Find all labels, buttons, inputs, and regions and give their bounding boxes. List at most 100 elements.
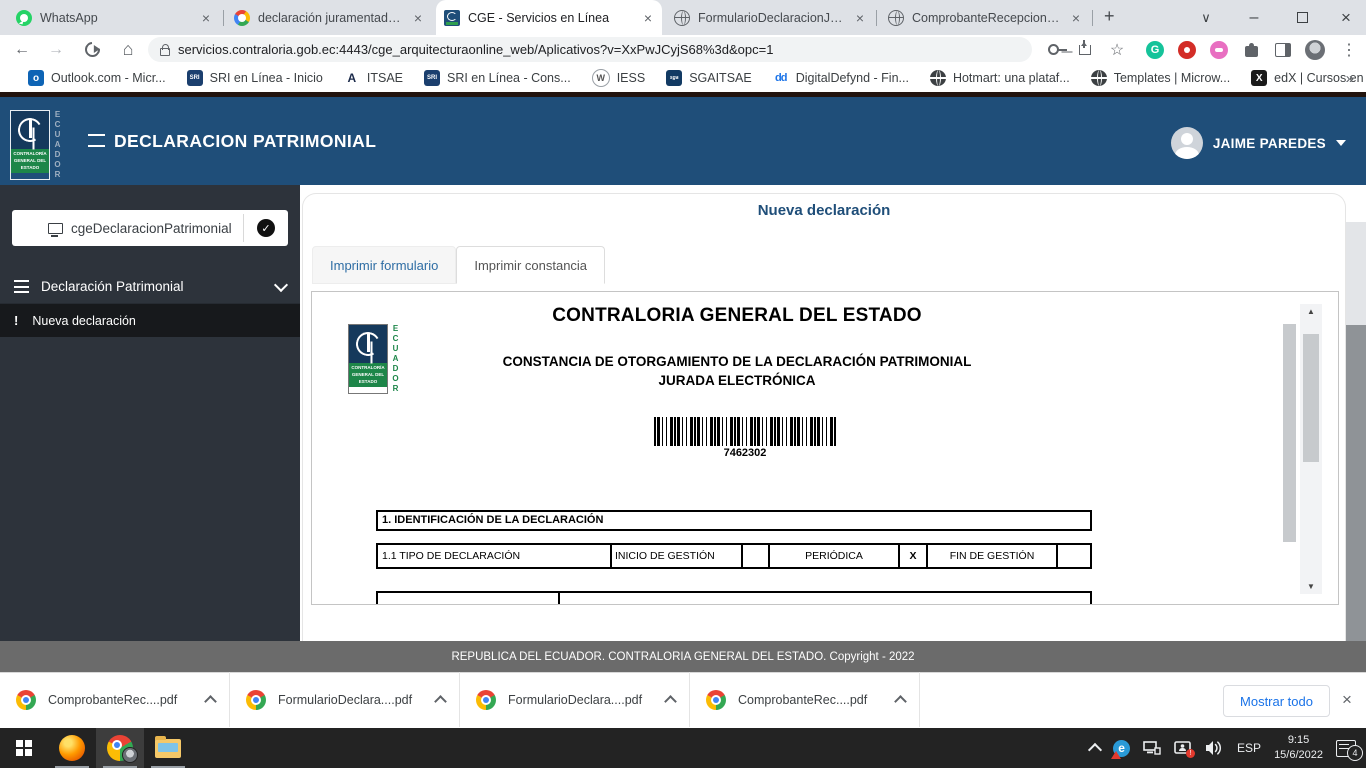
profile-button[interactable] [1300, 35, 1330, 64]
back-button[interactable]: ← [6, 35, 38, 64]
reload-button[interactable] [76, 35, 108, 64]
tab-close-icon[interactable]: × [412, 10, 424, 26]
download-filename: ComprobanteRec....pdf [738, 693, 884, 707]
bookmark-digitaldefynd[interactable]: ddDigitalDefynd - Fin... [773, 70, 909, 86]
scrollbar-thumb[interactable] [1303, 334, 1319, 462]
tab-close-icon[interactable]: × [642, 10, 654, 26]
clock[interactable]: 9:15 15/6/2022 [1274, 733, 1323, 763]
sidebar-item-nueva-declaracion[interactable]: ! Nueva declaración [0, 304, 300, 337]
bookmarks-bar: oOutlook.com - Micr... SRISRI en Línea -… [0, 64, 1366, 92]
tab-title: WhatsApp [40, 11, 192, 25]
bookmark-label: SRI en Línea - Cons... [447, 71, 571, 85]
chevron-up-icon[interactable] [434, 695, 447, 708]
tab-imprimir-formulario[interactable]: Imprimir formulario [312, 246, 456, 284]
side-panel-button[interactable] [1268, 35, 1298, 64]
volume-tray-icon[interactable] [1205, 740, 1224, 756]
chevron-up-icon[interactable] [664, 695, 677, 708]
pdf-preview: CONTRALORIA GENERAL DEL ESTADO CONTRALOR… [311, 291, 1339, 605]
chevron-up-icon[interactable] [894, 695, 907, 708]
cge-logo: CONTRALORÍA GENERAL DEL ESTADO ECUADOR [10, 110, 61, 180]
tab-title: FormularioDeclaracionJuram [698, 11, 846, 25]
bookmarks-overflow-button[interactable]: » [1346, 64, 1354, 92]
bookmark-label: SRI en Línea - Inicio [210, 71, 323, 85]
download-item-2[interactable]: FormularioDeclara....pdf [230, 672, 460, 727]
user-menu[interactable]: JAIME PAREDES [1171, 127, 1346, 159]
sidebar-item-declaracion-patrimonial[interactable]: Declaración Patrimonial [0, 270, 300, 304]
taskbar-explorer-button[interactable] [144, 728, 192, 768]
window-minimize-button[interactable]: – [1236, 0, 1272, 35]
language-indicator[interactable]: ESP [1237, 741, 1261, 755]
bookmark-templates[interactable]: Templates | Microw... [1091, 70, 1230, 86]
screen: WhatsApp × declaración juramentada - Bu … [0, 0, 1366, 768]
document-scrollbar[interactable]: ▲ ▼ [1300, 304, 1322, 594]
download-item-3[interactable]: FormularioDeclara....pdf [460, 672, 690, 727]
download-item-4[interactable]: ComprobanteRec....pdf [690, 672, 920, 727]
bookmark-label: Templates | Microw... [1114, 71, 1230, 85]
tab-close-icon[interactable]: × [854, 10, 866, 26]
home-button[interactable]: ⌂ [112, 35, 144, 64]
site-footer: REPUBLICA DEL ECUADOR. CONTRALORIA GENER… [0, 641, 1366, 672]
action-center-icon[interactable]: 4 [1336, 740, 1356, 757]
bookmark-itsae[interactable]: AITSAE [344, 70, 403, 86]
password-key-button[interactable] [1038, 35, 1068, 64]
browser-tab-formulario-pdf[interactable]: FormularioDeclaracionJuram × [666, 0, 874, 35]
bookmark-star-button[interactable]: ☆ [1102, 35, 1132, 64]
tab-imprimir-constancia[interactable]: Imprimir constancia [456, 246, 605, 284]
downloads-close-button[interactable]: × [1334, 685, 1360, 715]
tab-close-icon[interactable]: × [1070, 10, 1082, 26]
bookmark-iess[interactable]: WIESS [592, 69, 646, 87]
app-title: DECLARACION PATRIMONIAL [114, 131, 376, 152]
extension-lastpass-button[interactable] [1172, 35, 1202, 64]
eset-tray-icon[interactable]: e [1113, 740, 1130, 757]
scroll-down-icon[interactable]: ▼ [1300, 582, 1322, 591]
browser-tab-whatsapp[interactable]: WhatsApp × [8, 0, 220, 35]
page-scrollbar-thumb[interactable] [1346, 222, 1366, 325]
chevron-up-icon[interactable] [204, 695, 217, 708]
cge-favicon [444, 10, 460, 26]
tab-separator [876, 10, 877, 26]
share-button[interactable] [1070, 35, 1100, 64]
inner-scrollbar-thumb[interactable] [1283, 324, 1296, 542]
extensions-menu-button[interactable] [1236, 35, 1266, 64]
taskbar: e ! ESP 9:15 15/6/2022 4 [0, 728, 1366, 768]
url-text[interactable]: servicios.contraloria.gob.ec:4443/cge_ar… [178, 42, 773, 57]
app-selector[interactable]: cgeDeclaracionPatrimonial ✓ [12, 210, 288, 246]
bookmark-sgaitsae[interactable]: sgaSGAITSAE [666, 70, 752, 86]
divider [243, 214, 244, 242]
sri-icon: SRI [187, 70, 203, 86]
download-item-1[interactable]: ComprobanteRec....pdf [0, 672, 230, 727]
check-circle-icon[interactable]: ✓ [257, 219, 275, 237]
browser-tab-cge-active[interactable]: CGE - Servicios en Línea × [436, 0, 662, 35]
show-all-downloads-button[interactable]: Mostrar todo [1223, 685, 1330, 717]
cge-logo-ecuador-text: ECUADOR [53, 110, 61, 180]
page-scrollbar-track[interactable] [1346, 325, 1366, 641]
tab-search-chevron-icon[interactable]: ∨ [1188, 0, 1224, 35]
bookmark-sri-consultas[interactable]: SRISRI en Línea - Cons... [424, 70, 571, 86]
browser-tab-google-search[interactable]: declaración juramentada - Bu × [226, 0, 432, 35]
new-tab-button[interactable]: + [1104, 6, 1115, 27]
extension-cloud-button[interactable] [1204, 35, 1234, 64]
chrome-menu-button[interactable]: ⋮ [1334, 35, 1364, 64]
dd-icon: dd [773, 70, 789, 86]
bookmark-hotmart[interactable]: Hotmart: una plataf... [930, 70, 1070, 86]
taskbar-chrome-button[interactable] [96, 728, 144, 768]
forward-button[interactable]: → [40, 35, 72, 64]
scroll-up-icon[interactable]: ▲ [1300, 307, 1322, 316]
display-warning-tray-icon[interactable]: ! [1174, 741, 1192, 756]
bookmark-outlook[interactable]: oOutlook.com - Micr... [28, 70, 166, 86]
tab-close-icon[interactable]: × [200, 10, 212, 26]
tray-expand-chevron-icon[interactable] [1088, 743, 1102, 757]
browser-tab-comprobante-pdf[interactable]: ComprobanteRecepcion0005 × [880, 0, 1090, 35]
taskbar-firefox-button[interactable] [48, 728, 96, 768]
chrome-profile-badge [122, 747, 138, 763]
window-close-button[interactable]: × [1328, 0, 1364, 35]
bookmark-sri-inicio[interactable]: SRI SRI en Línea - Inicio [187, 70, 323, 86]
start-button[interactable] [0, 728, 48, 768]
address-bar[interactable]: servicios.contraloria.gob.ec:4443/cge_ar… [148, 37, 1032, 62]
window-restore-button[interactable] [1284, 0, 1320, 35]
chevron-down-icon [274, 277, 288, 291]
extension-grammarly-button[interactable]: G [1140, 35, 1170, 64]
network-tray-icon[interactable] [1143, 740, 1161, 756]
edx-icon: X [1251, 70, 1267, 86]
date-text: 15/6/2022 [1274, 748, 1323, 763]
